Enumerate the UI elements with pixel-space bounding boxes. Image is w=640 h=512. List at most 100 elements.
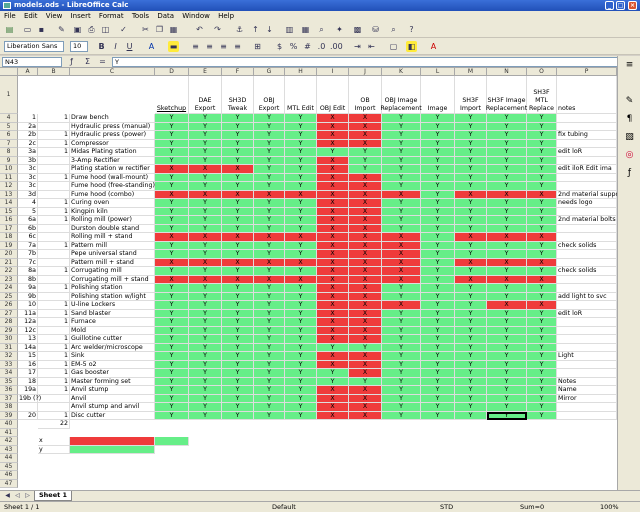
status-cell-yes[interactable]: Y: [222, 326, 254, 335]
status-cell-yes[interactable]: Y: [421, 173, 455, 182]
status-cell-yes[interactable]: Y: [421, 403, 455, 412]
status-cell-yes[interactable]: Y: [487, 377, 527, 386]
count-cell[interactable]: 1: [38, 216, 70, 225]
status-cell-yes[interactable]: Y: [527, 216, 557, 225]
row-header[interactable]: 9: [0, 156, 18, 165]
count-cell[interactable]: [38, 182, 70, 191]
notes-cell[interactable]: edit loR: [557, 148, 617, 157]
equipment-name-cell[interactable]: Draw bench: [70, 114, 155, 123]
count-cell[interactable]: [38, 165, 70, 174]
status-cell-no[interactable]: X: [222, 258, 254, 267]
status-cell-yes[interactable]: Y: [254, 386, 285, 395]
status-cell-no[interactable]: X: [382, 301, 421, 310]
status-cell-yes[interactable]: Y: [254, 139, 285, 148]
status-cell-no[interactable]: X: [382, 233, 421, 242]
row-header[interactable]: 8: [0, 148, 18, 157]
status-cell-no[interactable]: X: [349, 199, 382, 208]
status-cell-yes[interactable]: Y: [189, 173, 222, 182]
equipment-name-cell[interactable]: Anvil stump and anvil: [70, 403, 155, 412]
id-cell[interactable]: 11a: [18, 309, 38, 318]
count-cell[interactable]: [38, 292, 70, 301]
status-cell-no[interactable]: X: [527, 301, 557, 310]
status-cell-no[interactable]: X: [317, 224, 349, 233]
notes-cell[interactable]: 2nd material suppo: [557, 190, 617, 199]
status-cell-no[interactable]: X: [455, 190, 487, 199]
status-cell-yes[interactable]: Y: [349, 156, 382, 165]
count-cell[interactable]: 1: [38, 343, 70, 352]
status-cell-yes[interactable]: Y: [455, 216, 487, 225]
status-cell-yes[interactable]: Y: [155, 139, 189, 148]
row-header[interactable]: 35: [0, 377, 18, 386]
id-cell[interactable]: 3a: [18, 148, 38, 157]
status-cell-yes[interactable]: Y: [254, 250, 285, 259]
align-right-icon[interactable]: ≡: [218, 41, 229, 52]
status-cell-yes[interactable]: Y: [455, 377, 487, 386]
status-cell-yes[interactable]: Y: [527, 182, 557, 191]
equipment-name-cell[interactable]: Hydraulic press (power): [70, 131, 155, 140]
status-cell-yes[interactable]: Y: [155, 318, 189, 327]
column-title-cell[interactable]: SH3F Image Replacement: [486, 76, 527, 114]
status-cell-yes[interactable]: Y: [189, 114, 222, 123]
menu-data[interactable]: Data: [157, 12, 174, 20]
status-cell-yes[interactable]: Y: [155, 411, 189, 420]
column-title-cell[interactable]: OBJ Image Replacement: [380, 76, 422, 114]
status-cell-no[interactable]: X: [155, 190, 189, 199]
status-cell-yes[interactable]: Y: [527, 148, 557, 157]
column-header-d[interactable]: D: [155, 68, 189, 76]
decrease-indent-icon[interactable]: ⇤: [366, 41, 377, 52]
status-cell-yes[interactable]: Y: [254, 131, 285, 140]
status-cell-yes[interactable]: Y: [189, 250, 222, 259]
status-cell-yes[interactable]: Y: [421, 139, 455, 148]
status-cell-no[interactable]: X: [189, 190, 222, 199]
count-cell[interactable]: 1: [38, 284, 70, 293]
status-cell-yes[interactable]: Y: [487, 156, 527, 165]
column-header-l[interactable]: L: [421, 68, 455, 76]
status-cell-yes[interactable]: Y: [285, 326, 317, 335]
status-cell-yes[interactable]: Y: [285, 199, 317, 208]
status-cell-no[interactable]: X: [349, 114, 382, 123]
status-cell-yes[interactable]: Y: [189, 326, 222, 335]
status-cell-yes[interactable]: Y: [421, 199, 455, 208]
row-header[interactable]: 28: [0, 318, 18, 327]
status-cell-no[interactable]: X: [317, 275, 349, 284]
status-cell-yes[interactable]: Y: [382, 386, 421, 395]
row-header[interactable]: 46: [0, 471, 18, 480]
status-cell-no[interactable]: X: [349, 139, 382, 148]
status-cell-yes[interactable]: Y: [527, 122, 557, 131]
count-cell[interactable]: [38, 156, 70, 165]
align-left-icon[interactable]: ≡: [190, 41, 201, 52]
status-cell-no[interactable]: X: [349, 403, 382, 412]
id-cell[interactable]: 9b: [18, 292, 38, 301]
id-cell[interactable]: 12c: [18, 326, 38, 335]
column-header-o[interactable]: O: [527, 68, 557, 76]
id-cell[interactable]: 16: [18, 360, 38, 369]
status-cell-yes[interactable]: Y: [382, 148, 421, 157]
status-cell-yes[interactable]: Y: [527, 224, 557, 233]
count-cell[interactable]: [38, 224, 70, 233]
status-cell-yes[interactable]: Y: [285, 318, 317, 327]
row-header[interactable]: 39: [0, 411, 18, 420]
status-cell-yes[interactable]: Y: [421, 335, 455, 344]
spreadsheet-grid[interactable]: A B C D E F G H I J K L M N O P 1 4 5 6 7 8 9 10 11 12 13 14 15 16 17 1…: [0, 68, 617, 490]
status-cell-no[interactable]: X: [349, 352, 382, 361]
status-cell-yes[interactable]: Y: [487, 148, 527, 157]
equipment-name-cell[interactable]: Corrugating mill: [70, 267, 155, 276]
status-cell-yes[interactable]: Y: [155, 182, 189, 191]
row-header[interactable]: 30: [0, 335, 18, 344]
notes-cell[interactable]: Notes: [557, 377, 617, 386]
status-cell-yes[interactable]: Y: [455, 114, 487, 123]
status-cell-no[interactable]: X: [349, 207, 382, 216]
status-cell-yes[interactable]: Y: [421, 114, 455, 123]
status-cell-yes[interactable]: Y: [487, 326, 527, 335]
status-cell-yes[interactable]: Y: [189, 369, 222, 378]
status-cell-no[interactable]: X: [317, 165, 349, 174]
zoom-icon[interactable]: ⌕: [388, 24, 399, 35]
status-cell-yes[interactable]: Y: [222, 148, 254, 157]
menu-window[interactable]: Window: [182, 12, 210, 20]
equipment-name-cell[interactable]: Furnace: [70, 318, 155, 327]
column-title-cell[interactable]: SH3D Tweak: [222, 76, 254, 114]
status-cell-no[interactable]: X: [317, 335, 349, 344]
status-cell-yes[interactable]: Y: [421, 131, 455, 140]
status-cell-yes[interactable]: Y: [421, 190, 455, 199]
count-cell[interactable]: 1: [38, 301, 70, 310]
